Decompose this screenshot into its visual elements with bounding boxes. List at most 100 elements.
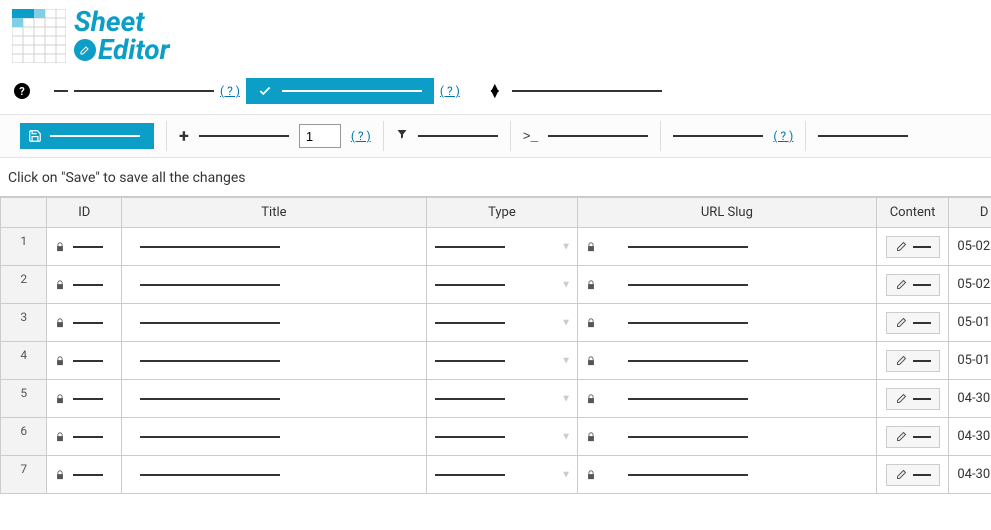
row-number[interactable]: 4 [1,342,47,380]
filter-icon[interactable] [396,128,408,144]
cell-type[interactable]: ▼ [426,266,577,304]
col-header-title[interactable]: Title [122,198,427,228]
cell-content [876,380,949,418]
col-header-date[interactable]: D [949,198,991,228]
pencil-icon [895,241,907,253]
chevron-down-icon: ▼ [561,241,571,252]
col-header-id[interactable]: ID [47,198,122,228]
row-number[interactable]: 3 [1,304,47,342]
cell-content [876,418,949,456]
lock-icon [586,355,596,367]
cell-date[interactable]: 05-02 [949,266,991,304]
cell-title[interactable] [122,380,427,418]
cell-date[interactable]: 04-30 [949,418,991,456]
table-row: 3 ▼ 05 [1,304,991,342]
cell-type[interactable]: ▼ [426,304,577,342]
edit-content-button[interactable] [886,350,940,372]
lock-icon [55,431,65,443]
pencil-icon [895,279,907,291]
cell-date[interactable]: 04-30 [949,456,991,494]
cell-content [876,342,949,380]
cell-type[interactable]: ▼ [426,380,577,418]
cell-id[interactable] [47,342,122,380]
pencil-icon [895,469,907,481]
cell-date[interactable]: 05-01 [949,342,991,380]
lock-icon [55,279,65,291]
row-number[interactable]: 2 [1,266,47,304]
pencil-icon [895,393,907,405]
chevron-down-icon: ▼ [561,355,571,366]
edit-content-button[interactable] [886,388,940,410]
grid-wrapper: ID Title Type URL Slug Content D 1 ▼ [0,196,991,494]
cell-id[interactable] [47,456,122,494]
col-header-type[interactable]: Type [426,198,577,228]
help-icon[interactable]: ? [14,83,30,99]
row-number[interactable]: 6 [1,418,47,456]
cell-slug[interactable] [578,418,877,456]
cell-title[interactable] [122,342,427,380]
chevron-down-icon: ▼ [561,469,571,480]
save-button[interactable] [20,123,154,149]
header-row: ID Title Type URL Slug Content D [1,198,991,228]
cell-slug[interactable] [578,228,877,266]
lock-icon [586,431,596,443]
cell-id[interactable] [47,418,122,456]
cell-title[interactable] [122,418,427,456]
edit-content-button[interactable] [886,236,940,258]
col-header-rownum[interactable] [1,198,47,228]
apply-button[interactable] [246,78,434,104]
filter-label [418,135,498,137]
edit-content-button[interactable] [886,426,940,448]
cell-id[interactable] [47,380,122,418]
add-rows-icon[interactable]: + [179,126,189,147]
table-row: 4 ▼ 05 [1,342,991,380]
row-number[interactable]: 1 [1,228,47,266]
sort-icon[interactable]: ▲▼ [488,85,502,97]
cell-slug[interactable] [578,456,877,494]
table-row: 2 ▼ 05 [1,266,991,304]
cell-id[interactable] [47,228,122,266]
cell-id[interactable] [47,304,122,342]
edit-content-button[interactable] [886,312,940,334]
cell-type[interactable]: ▼ [426,456,577,494]
cell-slug[interactable] [578,342,877,380]
cell-title[interactable] [122,304,427,342]
cell-title[interactable] [122,266,427,304]
col-header-content[interactable]: Content [876,198,949,228]
check-icon [258,84,272,98]
help-link-1[interactable]: ( ? ) [220,84,240,98]
sort-label-bar [512,90,662,92]
lock-icon [55,317,65,329]
terminal-label [548,135,648,137]
edit-content-button[interactable] [886,274,940,296]
help-link-4[interactable]: ( ? ) [773,129,793,143]
cell-content [876,304,949,342]
cell-type[interactable]: ▼ [426,228,577,266]
col-header-slug[interactable]: URL Slug [578,198,877,228]
help-link-2[interactable]: ( ? ) [440,84,460,98]
data-grid: ID Title Type URL Slug Content D 1 ▼ [0,197,991,494]
table-row: 6 ▼ 04 [1,418,991,456]
cell-slug[interactable] [578,304,877,342]
cell-title[interactable] [122,228,427,266]
cell-id[interactable] [47,266,122,304]
cell-date[interactable]: 04-30 [949,380,991,418]
row-number[interactable]: 5 [1,380,47,418]
cell-type[interactable]: ▼ [426,418,577,456]
cell-content [876,266,949,304]
lock-icon [55,355,65,367]
save-hint: Click on "Save" to save all the changes [0,158,991,196]
row-number[interactable]: 7 [1,456,47,494]
terminal-icon[interactable]: >_ [523,129,539,144]
cell-title[interactable] [122,456,427,494]
help-link-rows[interactable]: ( ? ) [351,129,371,143]
edit-content-button[interactable] [886,464,940,486]
rows-count-input[interactable] [299,124,341,148]
cell-date[interactable]: 05-01 [949,304,991,342]
cell-slug[interactable] [578,266,877,304]
cell-slug[interactable] [578,380,877,418]
lock-icon [55,393,65,405]
cell-content [876,228,949,266]
cell-type[interactable]: ▼ [426,342,577,380]
cell-date[interactable]: 05-02 [949,228,991,266]
